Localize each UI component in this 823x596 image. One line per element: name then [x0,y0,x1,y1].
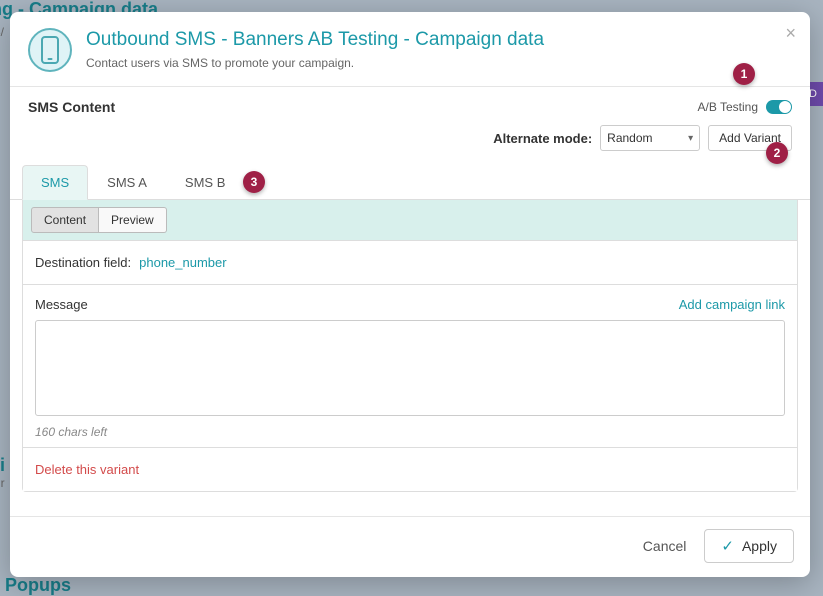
check-icon: ✓ [721,537,734,555]
message-label: Message [35,297,88,312]
ab-testing-label: A/B Testing [698,100,758,114]
apply-button[interactable]: ✓ Apply [704,529,794,563]
tab-sms[interactable]: SMS [22,165,88,200]
modal-header: Outbound SMS - Banners AB Testing - Camp… [10,12,810,87]
subtab-content[interactable]: Content [31,207,99,233]
destination-field-label: Destination field: [35,255,131,270]
message-textarea[interactable] [35,320,785,416]
bg-frag: ur [0,476,5,490]
close-button[interactable]: × [785,24,796,42]
message-block: Message Add campaign link 160 chars left [23,284,797,447]
add-campaign-link[interactable]: Add campaign link [679,297,785,312]
alternate-mode-select[interactable]: Random ▾ [600,125,700,151]
chevron-down-icon: ▾ [688,133,693,144]
bg-frag: 3/ [0,25,4,39]
bg-frag: u [0,195,1,209]
sms-content-section: SMS Content A/B Testing Alternate mode: … [10,87,810,151]
ab-testing-toggle[interactable] [766,100,792,114]
apply-label: Apply [742,538,777,554]
modal-subtitle: Contact users via SMS to promote your ca… [86,56,544,70]
modal-title: Outbound SMS - Banners AB Testing - Camp… [86,28,544,53]
modal-footer: Cancel ✓ Apply [10,516,810,577]
content-preview-tabs: Content Preview [23,200,797,240]
delete-variant-link[interactable]: Delete this variant [35,462,139,477]
section-title: SMS Content [28,99,115,115]
delete-variant-row: Delete this variant [23,447,797,491]
variant-panel: Content Preview Destination field: phone… [22,200,798,492]
bg-popups: c Popups [0,575,71,596]
annotation-badge-3: 3 [243,171,265,193]
tab-sms-a[interactable]: SMS A [88,165,166,200]
phone-icon [41,36,59,64]
destination-field-value[interactable]: phone_number [139,255,226,270]
chars-left: 160 chars left [35,425,785,439]
bg-frag: ti [0,455,5,476]
modal-dialog: Outbound SMS - Banners AB Testing - Camp… [10,12,810,577]
tab-sms-b[interactable]: SMS B [166,165,244,200]
sms-channel-icon [28,28,72,72]
annotation-badge-1: 1 [733,63,755,85]
cancel-button[interactable]: Cancel [643,538,687,554]
subtab-preview[interactable]: Preview [99,207,167,233]
annotation-badge-2: 2 [766,142,788,164]
variant-tabs: SMS SMS A SMS B [10,165,810,200]
ab-testing-control: A/B Testing [698,100,792,114]
alternate-mode-value: Random [607,131,652,145]
alternate-mode-label: Alternate mode: [493,131,592,146]
destination-field-row: Destination field: phone_number [23,240,797,284]
